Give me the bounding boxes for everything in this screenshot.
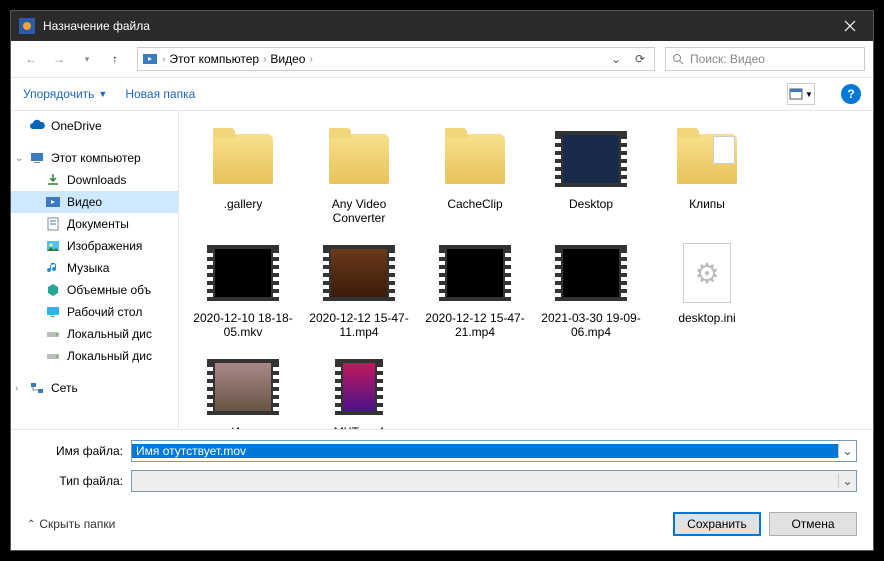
close-icon: [844, 20, 856, 32]
search-input[interactable]: Поиск: Видео: [665, 47, 865, 71]
folder-item[interactable]: Desktop: [535, 123, 647, 229]
close-button[interactable]: [827, 11, 873, 41]
video-item[interactable]: 2020-12-12 15-47-21.mp4: [419, 237, 531, 343]
recent-dropdown[interactable]: ▾: [75, 47, 99, 71]
search-placeholder: Поиск: Видео: [690, 52, 765, 66]
help-button[interactable]: ?: [841, 84, 861, 104]
tree-network[interactable]: ›Сеть: [11, 377, 178, 399]
organize-menu[interactable]: Упорядочить ▼: [23, 87, 107, 101]
music-icon: [45, 260, 61, 276]
tree-images[interactable]: Изображения: [11, 235, 178, 257]
download-icon: [45, 172, 61, 188]
file-list[interactable]: .gallery Any Video Converter CacheClip D…: [179, 111, 873, 429]
folder-item[interactable]: Клипы: [651, 123, 763, 229]
pc-icon: [29, 150, 45, 166]
gear-icon: ⚙: [683, 243, 731, 303]
file-dialog: Назначение файла ← → ▾ ↑ › Этот компьюте…: [10, 10, 874, 551]
refresh-button[interactable]: ⟳: [630, 52, 650, 66]
view-icon: [789, 88, 803, 100]
dialog-body: OneDrive ⌄ Этот компьютер Downloads Виде…: [11, 111, 873, 429]
chevron-right-icon: ›: [263, 54, 266, 65]
new-folder-button[interactable]: Новая папка: [125, 87, 195, 101]
drive-icon: [45, 348, 61, 364]
filename-input[interactable]: Имя отутствует.mov ⌄: [131, 440, 857, 462]
desktop-icon: [45, 304, 61, 320]
drive-icon: [45, 326, 61, 342]
video-icon: [45, 194, 61, 210]
save-button[interactable]: Сохранить: [673, 512, 761, 536]
chevron-down-icon[interactable]: ⌄: [838, 474, 856, 488]
toolbar: Упорядочить ▼ Новая папка ▼ ?: [11, 77, 873, 111]
hide-folders-toggle[interactable]: ⌃ Скрыть папки: [27, 517, 115, 531]
image-icon: [45, 238, 61, 254]
tree-video[interactable]: Видео: [11, 191, 178, 213]
chevron-down-icon: ⌄: [15, 153, 23, 164]
chevron-right-icon: ›: [309, 54, 312, 65]
forward-button[interactable]: →: [47, 47, 71, 71]
window-title: Назначение файла: [43, 19, 827, 33]
chevron-right-icon: ›: [162, 54, 165, 65]
nav-row: ← → ▾ ↑ › Этот компьютер › Видео › ⌄ ⟳ П…: [11, 41, 873, 77]
filename-section: Имя файла: Имя отутствует.mov ⌄ Тип файл…: [11, 429, 873, 502]
tree-music[interactable]: Музыка: [11, 257, 178, 279]
chevron-up-icon: ⌃: [27, 519, 35, 530]
chevron-down-icon[interactable]: ⌄: [838, 444, 856, 458]
video-item[interactable]: 2021-03-30 19-09-06.mp4: [535, 237, 647, 343]
tree-3dobjects[interactable]: Объемные объ: [11, 279, 178, 301]
video-item[interactable]: 2020-12-12 15-47-11.mp4: [303, 237, 415, 343]
footer: ⌃ Скрыть папки Сохранить Отмена: [11, 502, 873, 550]
up-button[interactable]: ↑: [103, 47, 127, 71]
view-options[interactable]: ▼: [787, 83, 815, 105]
video-item[interactable]: 2020-12-10 18-18-05.mkv: [187, 237, 299, 343]
address-bar[interactable]: › Этот компьютер › Видео › ⌄ ⟳: [137, 47, 655, 71]
tree-onedrive[interactable]: OneDrive: [11, 115, 178, 137]
tree-localdisk-1[interactable]: Локальный дис: [11, 323, 178, 345]
back-button[interactable]: ←: [19, 47, 43, 71]
tree-downloads[interactable]: Downloads: [11, 169, 178, 191]
filetype-label: Тип файла:: [27, 474, 123, 488]
file-item[interactable]: ⚙desktop.ini: [651, 237, 763, 343]
breadcrumb-video[interactable]: Видео: [270, 52, 305, 66]
cube-icon: [45, 282, 61, 298]
address-dropdown[interactable]: ⌄: [606, 52, 626, 66]
search-icon: [672, 53, 684, 65]
filename-label: Имя файла:: [27, 444, 123, 458]
filename-value: Имя отутствует.mov: [132, 444, 838, 458]
video-item[interactable]: Имя отутствует.mov: [187, 351, 299, 429]
chevron-down-icon: ▼: [805, 90, 813, 99]
app-icon: [19, 18, 35, 34]
network-icon: [29, 380, 45, 396]
breadcrumb-thispc[interactable]: Этот компьютер: [169, 52, 259, 66]
folder-item[interactable]: Any Video Converter: [303, 123, 415, 229]
video-folder-icon: [142, 51, 158, 67]
chevron-down-icon: ▼: [98, 89, 107, 99]
video-item[interactable]: МЧТ.mp4: [303, 351, 415, 429]
chevron-right-icon: ›: [15, 383, 18, 394]
folder-item[interactable]: .gallery: [187, 123, 299, 229]
document-icon: [45, 216, 61, 232]
nav-tree[interactable]: OneDrive ⌄ Этот компьютер Downloads Виде…: [11, 111, 179, 429]
tree-localdisk-2[interactable]: Локальный дис: [11, 345, 178, 367]
filetype-select[interactable]: ⌄: [131, 470, 857, 492]
cloud-icon: [29, 118, 45, 134]
tree-desktop[interactable]: Рабочий стол: [11, 301, 178, 323]
tree-thispc[interactable]: ⌄ Этот компьютер: [11, 147, 178, 169]
titlebar: Назначение файла: [11, 11, 873, 41]
tree-documents[interactable]: Документы: [11, 213, 178, 235]
folder-item[interactable]: CacheClip: [419, 123, 531, 229]
cancel-button[interactable]: Отмена: [769, 512, 857, 536]
